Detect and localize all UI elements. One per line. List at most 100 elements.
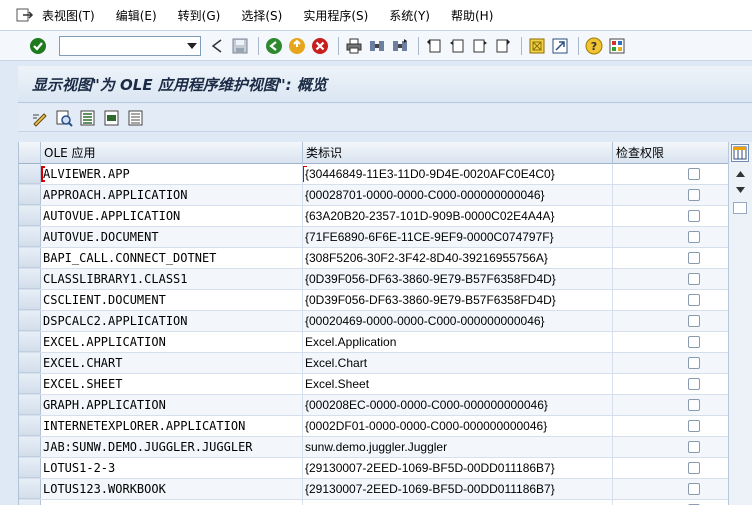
table-row[interactable]: EXCEL.CHART Excel.Chart <box>19 353 735 374</box>
clsid-cell[interactable]: {0D39F056-DF63-3860-9E79-B57F6358FD4D} <box>303 290 613 310</box>
column-header-clsid[interactable]: 类标识 <box>303 142 613 164</box>
vertical-scrollbar[interactable] <box>728 142 752 505</box>
row-selector[interactable] <box>19 290 41 310</box>
select-all-rows-cell[interactable] <box>19 142 41 164</box>
clsid-cell[interactable]: {63A20B20-2357-101D-909B-0000C02E4A4A} <box>303 206 613 226</box>
scroll-up-arrow-icon[interactable] <box>733 168 747 180</box>
clsid-cell[interactable]: {0D39F056-DF63-3860-9E79-B57F6358FD4D} <box>303 269 613 289</box>
clsid-cell[interactable]: {71FE6890-6F6E-11CE-9EF9-0000C074797F} <box>303 227 613 247</box>
table-row[interactable]: CLASSLIBRARY1.CLASS1 {0D39F056-DF63-3860-… <box>19 269 735 290</box>
column-header-check-auth[interactable]: 检查权限 <box>613 142 735 164</box>
layout-icon[interactable] <box>607 36 627 56</box>
check-auth-checkbox[interactable] <box>687 273 700 285</box>
menu-item-help[interactable]: 帮助(H) <box>451 7 493 24</box>
check-auth-checkbox[interactable] <box>687 420 700 432</box>
table-settings-icon[interactable] <box>731 144 749 162</box>
select-block-icon[interactable] <box>102 108 122 128</box>
create-session-icon[interactable] <box>527 36 547 56</box>
ole-app-cell[interactable] <box>41 500 303 505</box>
save-icon[interactable] <box>230 36 250 56</box>
scroll-down-arrow-icon[interactable] <box>733 184 747 196</box>
ole-app-cell[interactable]: JAB:SUNW.DEMO.JUGGLER.JUGGLER <box>41 437 303 457</box>
ole-app-cell[interactable]: INTERNETEXPLORER.APPLICATION <box>41 416 303 436</box>
details-icon[interactable] <box>54 108 74 128</box>
menu-item-goto[interactable]: 转到(G) <box>178 7 221 24</box>
help-icon[interactable]: ? <box>584 36 604 56</box>
row-selector[interactable] <box>19 311 41 331</box>
menu-item-edit[interactable]: 编辑(E) <box>116 7 157 24</box>
ole-app-cell[interactable]: AUTOVUE.APPLICATION <box>41 206 303 226</box>
row-selector[interactable] <box>19 374 41 394</box>
row-selector[interactable] <box>19 248 41 268</box>
ole-app-cell[interactable]: BAPI_CALL.CONNECT_DOTNET <box>41 248 303 268</box>
table-row[interactable]: JAB:SUNW.DEMO.JUGGLER.JUGGLER sunw.demo.j… <box>19 437 735 458</box>
table-row[interactable]: AUTOVUE.APPLICATION {63A20B20-2357-101D-9… <box>19 206 735 227</box>
table-row[interactable]: LOTUS1-2-3 {29130007-2EED-1069-BF5D-00DD0… <box>19 458 735 479</box>
clsid-cell[interactable]: Excel.Sheet <box>303 374 613 394</box>
find-next-icon[interactable] <box>390 36 410 56</box>
menu-item-selection[interactable]: 选择(S) <box>241 7 282 24</box>
ole-app-cell[interactable]: GRAPH.APPLICATION <box>41 395 303 415</box>
ole-app-cell[interactable]: CSCLIENT.DOCUMENT <box>41 290 303 310</box>
previous-page-icon[interactable] <box>447 36 467 56</box>
row-selector[interactable] <box>19 353 41 373</box>
row-selector[interactable] <box>19 500 41 505</box>
row-selector[interactable] <box>19 269 41 289</box>
ole-app-cell[interactable]: EXCEL.CHART <box>41 353 303 373</box>
command-field[interactable] <box>59 35 201 56</box>
clsid-cell[interactable]: {000208EC-0000-0000-C000-000000000046} <box>303 395 613 415</box>
check-auth-checkbox[interactable] <box>687 483 700 495</box>
clsid-cell[interactable]: {00020469-0000-0000-C000-000000000046} <box>303 311 613 331</box>
table-row[interactable]: EXCEL.APPLICATION Excel.Application <box>19 332 735 353</box>
row-selector[interactable] <box>19 437 41 457</box>
print-icon[interactable] <box>344 36 364 56</box>
row-selector[interactable] <box>19 206 41 226</box>
chevron-down-icon[interactable] <box>184 37 200 55</box>
menu-item-table-view[interactable]: 表视图(T) <box>42 7 95 24</box>
scroll-thumb[interactable] <box>733 202 747 214</box>
table-row[interactable]: LOTUS123.WORKBOOK {29130007-2EED-1069-BF5… <box>19 479 735 500</box>
clsid-cell[interactable]: {29130007-2EED-1069-BF5D-00DD011186B7} <box>303 479 613 499</box>
check-auth-checkbox[interactable] <box>687 378 700 390</box>
check-auth-checkbox[interactable] <box>687 441 700 453</box>
menu-item-system[interactable]: 系统(Y) <box>389 7 430 24</box>
clsid-cell[interactable]: {29130007-2EED-1069-BF5D-00DD011186B7} <box>303 458 613 478</box>
clsid-cell[interactable]: Excel.Application <box>303 332 613 352</box>
table-row[interactable]: CSCLIENT.DOCUMENT {0D39F056-DF63-3860-9E7… <box>19 290 735 311</box>
ole-app-cell[interactable]: EXCEL.SHEET <box>41 374 303 394</box>
table-row[interactable]: DSPCALC2.APPLICATION {00020469-0000-0000-… <box>19 311 735 332</box>
ole-app-cell[interactable]: EXCEL.APPLICATION <box>41 332 303 352</box>
ole-app-cell[interactable]: LOTUS123.WORKBOOK <box>41 479 303 499</box>
check-auth-checkbox[interactable] <box>687 357 700 369</box>
ole-app-cell[interactable]: LOTUS1-2-3 <box>41 458 303 478</box>
enter-check-icon[interactable] <box>28 36 48 56</box>
row-selector[interactable] <box>19 332 41 352</box>
table-row[interactable]: INTERNETEXPLORER.APPLICATION {0002DF01-00… <box>19 416 735 437</box>
check-auth-checkbox[interactable] <box>687 294 700 306</box>
check-auth-checkbox[interactable] <box>687 210 700 222</box>
row-selector[interactable] <box>19 416 41 436</box>
check-auth-checkbox[interactable] <box>687 168 700 180</box>
check-auth-checkbox[interactable] <box>687 336 700 348</box>
row-selector[interactable] <box>19 227 41 247</box>
deselect-all-icon[interactable] <box>126 108 146 128</box>
table-row[interactable]: APPROACH.APPLICATION {00028701-0000-0000-… <box>19 185 735 206</box>
table-row[interactable]: ALVIEWER.APP {30446849-11E3-11D0-9D4E-002… <box>19 164 735 185</box>
display-change-icon[interactable] <box>30 108 50 128</box>
row-selector[interactable] <box>19 164 41 184</box>
table-row[interactable]: BAPI_CALL.CONNECT_DOTNET {308F5206-30F2-3… <box>19 248 735 269</box>
row-selector[interactable] <box>19 458 41 478</box>
column-header-ole-app[interactable]: OLE 应用 <box>41 142 303 164</box>
table-row[interactable]: GRAPH.APPLICATION {000208EC-0000-0000-C00… <box>19 395 735 416</box>
check-auth-checkbox[interactable] <box>687 252 700 264</box>
clsid-cell[interactable]: {308F5206-30F2-3F42-8D40-39216955756A} <box>303 248 613 268</box>
clsid-cell[interactable]: {00028701-0000-0000-C000-000000000046} <box>303 185 613 205</box>
ole-app-cell[interactable]: ALVIEWER.APP <box>41 164 303 184</box>
clsid-cell[interactable]: {0002DF01-0000-0000-C000-000000000046} <box>303 416 613 436</box>
menu-item-utilities[interactable]: 实用程序(S) <box>303 7 368 24</box>
ole-app-cell[interactable]: CLASSLIBRARY1.CLASS1 <box>41 269 303 289</box>
cancel-icon[interactable] <box>310 36 330 56</box>
row-selector[interactable] <box>19 479 41 499</box>
table-row[interactable] <box>19 500 735 505</box>
clsid-cell[interactable]: Excel.Chart <box>303 353 613 373</box>
